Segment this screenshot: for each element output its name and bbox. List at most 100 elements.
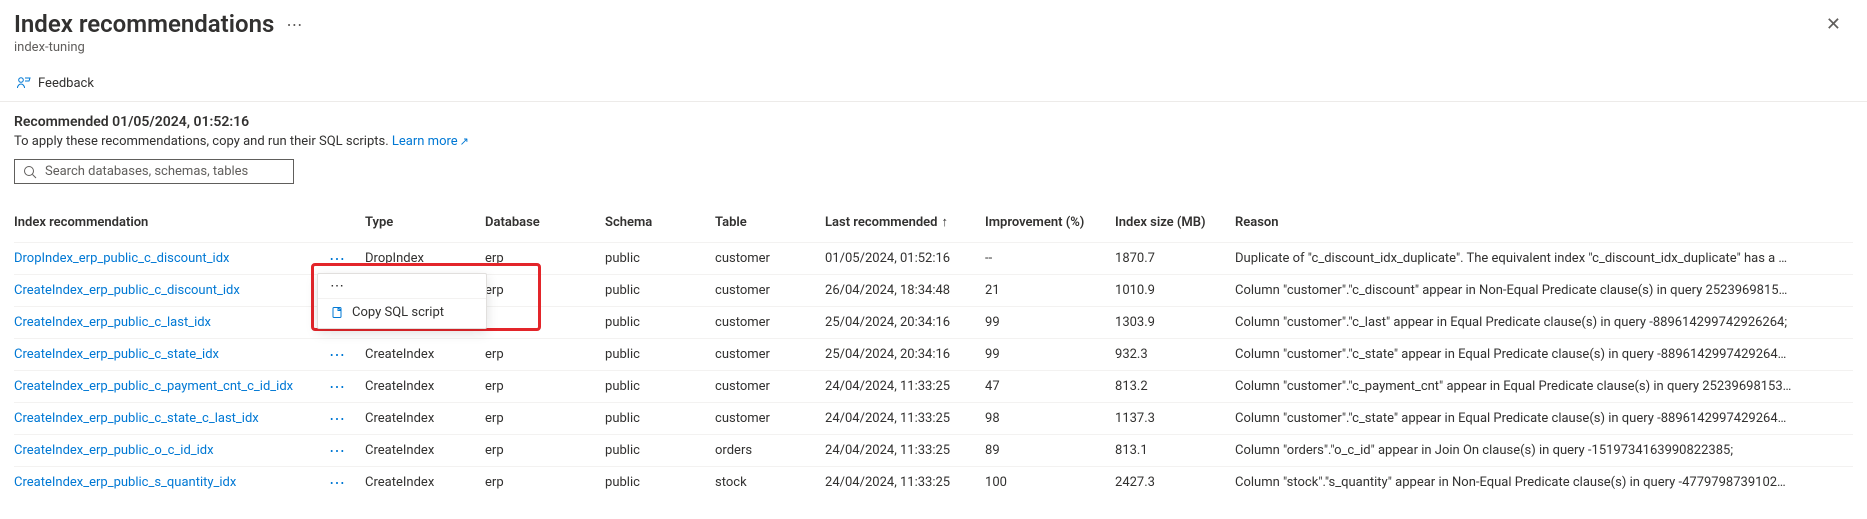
copy-sql-label: Copy SQL script bbox=[352, 305, 444, 320]
recommendation-name-link[interactable]: DropIndex_erp_public_c_discount_idx bbox=[14, 251, 230, 266]
cell-database: erp bbox=[485, 275, 605, 307]
search-box[interactable] bbox=[14, 159, 294, 184]
row-more-icon[interactable]: ⋯ bbox=[329, 345, 349, 364]
table-header-row: Index recommendation Type Database Schem… bbox=[14, 206, 1853, 243]
recommendation-name-link[interactable]: CreateIndex_erp_public_c_state_idx bbox=[14, 347, 219, 362]
feedback-label: Feedback bbox=[38, 76, 94, 91]
copy-script-icon bbox=[330, 306, 344, 320]
title-more-icon[interactable]: ⋯ bbox=[282, 15, 306, 34]
row-more-icon[interactable]: ⋯ bbox=[329, 409, 349, 428]
page-header: Index recommendations ⋯ index-tuning ✕ bbox=[0, 0, 1867, 59]
cell-reason: Column "customer"."c_discount" appear in… bbox=[1235, 275, 1853, 307]
feedback-button[interactable]: Feedback bbox=[16, 75, 94, 91]
col-header-reason[interactable]: Reason bbox=[1235, 206, 1853, 243]
table-row: CreateIndex_erp_public_c_state_idx ⋯ Creat… bbox=[14, 339, 1853, 371]
cell-last: 01/05/2024, 01:52:16 bbox=[825, 243, 985, 275]
cell-reason: Column "orders"."o_c_id" appear in Join … bbox=[1235, 435, 1853, 467]
cell-table: customer bbox=[715, 339, 825, 371]
cell-size: 1870.7 bbox=[1115, 243, 1235, 275]
cell-improvement: 47 bbox=[985, 371, 1115, 403]
cell-reason: Column "customer"."c_last" appear in Equ… bbox=[1235, 307, 1853, 339]
col-header-type[interactable]: Type bbox=[365, 206, 485, 243]
cell-table: customer bbox=[715, 307, 825, 339]
cell-improvement: 100 bbox=[985, 467, 1115, 499]
col-header-database[interactable]: Database bbox=[485, 206, 605, 243]
cell-last: 24/04/2024, 11:33:25 bbox=[825, 403, 985, 435]
recommendation-name-link[interactable]: CreateIndex_erp_public_c_payment_cnt_c_i… bbox=[14, 379, 293, 394]
col-header-schema[interactable]: Schema bbox=[605, 206, 715, 243]
cell-improvement: 21 bbox=[985, 275, 1115, 307]
row-more-icon[interactable]: ⋯ bbox=[329, 473, 349, 492]
context-menu-more-icon[interactable]: ⋯ bbox=[318, 276, 486, 299]
cell-database: erp bbox=[485, 371, 605, 403]
table-row: DropIndex_erp_public_c_discount_idx ⋯ Drop… bbox=[14, 243, 1853, 275]
col-header-size[interactable]: Index size (MB) bbox=[1115, 206, 1235, 243]
table-row: CreateIndex_erp_public_o_c_id_idx ⋯ Create… bbox=[14, 435, 1853, 467]
cell-size: 813.2 bbox=[1115, 371, 1235, 403]
cell-table: stock bbox=[715, 467, 825, 499]
col-header-improvement[interactable]: Improvement (%) bbox=[985, 206, 1115, 243]
row-more-icon[interactable]: ⋯ bbox=[329, 249, 349, 268]
cell-type: CreateIndex bbox=[365, 435, 485, 467]
external-link-icon: ↗ bbox=[460, 135, 469, 148]
recommendation-name-link[interactable]: CreateIndex_erp_public_o_c_id_idx bbox=[14, 443, 214, 458]
cell-last: 24/04/2024, 11:33:25 bbox=[825, 435, 985, 467]
row-context-menu: ⋯ Copy SQL script bbox=[317, 273, 487, 329]
cell-size: 2427.3 bbox=[1115, 467, 1235, 499]
col-header-name[interactable]: Index recommendation bbox=[14, 206, 365, 243]
cell-table: customer bbox=[715, 275, 825, 307]
cell-schema: public bbox=[605, 243, 715, 275]
cell-size: 1303.9 bbox=[1115, 307, 1235, 339]
learn-more-link[interactable]: Learn more↗ bbox=[392, 134, 469, 149]
close-icon[interactable]: ✕ bbox=[1818, 10, 1849, 39]
table-row: CreateIndex_erp_public_c_state_c_last_id… bbox=[14, 403, 1853, 435]
recommendation-name-link[interactable]: CreateIndex_erp_public_s_quantity_idx bbox=[14, 475, 236, 490]
cell-schema: public bbox=[605, 435, 715, 467]
cell-database: erp bbox=[485, 435, 605, 467]
cell-reason: Duplicate of "c_discount_idx_duplicate".… bbox=[1235, 243, 1853, 275]
cell-type: CreateIndex bbox=[365, 467, 485, 499]
col-header-table[interactable]: Table bbox=[715, 206, 825, 243]
cell-schema: public bbox=[605, 467, 715, 499]
copy-sql-script-button[interactable]: Copy SQL script bbox=[318, 299, 486, 326]
cell-table: customer bbox=[715, 371, 825, 403]
col-header-last[interactable]: Last recommended↑ bbox=[825, 206, 985, 243]
cell-last: 25/04/2024, 20:34:16 bbox=[825, 307, 985, 339]
table-row: CreateIndex_erp_public_s_quantity_idx ⋯ Cr… bbox=[14, 467, 1853, 499]
search-input[interactable] bbox=[45, 164, 285, 179]
page-title: Index recommendations bbox=[14, 10, 274, 38]
sort-asc-icon: ↑ bbox=[941, 215, 948, 230]
cell-schema: public bbox=[605, 403, 715, 435]
content: Recommended 01/05/2024, 01:52:16 To appl… bbox=[0, 114, 1867, 518]
table-row: CreateIndex_erp_public_c_last_idx⋯public… bbox=[14, 307, 1853, 339]
toolbar: Feedback bbox=[0, 65, 1867, 102]
feedback-icon bbox=[16, 75, 32, 91]
cell-reason: Column "customer"."c_state" appear in Eq… bbox=[1235, 403, 1853, 435]
cell-type: CreateIndex bbox=[365, 371, 485, 403]
cell-size: 1137.3 bbox=[1115, 403, 1235, 435]
cell-type: CreateIndex bbox=[365, 339, 485, 371]
cell-last: 25/04/2024, 20:34:16 bbox=[825, 339, 985, 371]
recommendation-name-link[interactable]: CreateIndex_erp_public_c_state_c_last_id… bbox=[14, 411, 259, 426]
cell-improvement: -- bbox=[985, 243, 1115, 275]
recommendation-name-link[interactable]: CreateIndex_erp_public_c_discount_idx bbox=[14, 283, 240, 298]
recommended-heading: Recommended 01/05/2024, 01:52:16 bbox=[14, 114, 1853, 130]
cell-last: 24/04/2024, 11:33:25 bbox=[825, 371, 985, 403]
header-left: Index recommendations ⋯ index-tuning bbox=[14, 10, 306, 55]
table-row: CreateIndex_erp_public_c_discount_idx⋯⋯C… bbox=[14, 275, 1853, 307]
cell-schema: public bbox=[605, 307, 715, 339]
cell-table: orders bbox=[715, 435, 825, 467]
row-more-icon[interactable]: ⋯ bbox=[329, 441, 349, 460]
table-row: CreateIndex_erp_public_c_payment_cnt_c_i… bbox=[14, 371, 1853, 403]
cell-type: DropIndex bbox=[365, 243, 485, 275]
cell-database: erp bbox=[485, 467, 605, 499]
search-icon bbox=[23, 165, 37, 179]
row-more-icon[interactable]: ⋯ bbox=[329, 377, 349, 396]
cell-size: 1010.9 bbox=[1115, 275, 1235, 307]
cell-reason: Column "stock"."s_quantity" appear in No… bbox=[1235, 467, 1853, 499]
cell-table: customer bbox=[715, 243, 825, 275]
recommendation-name-link[interactable]: CreateIndex_erp_public_c_last_idx bbox=[14, 315, 211, 330]
cell-size: 813.1 bbox=[1115, 435, 1235, 467]
page-subtitle: index-tuning bbox=[14, 40, 306, 55]
cell-database: erp bbox=[485, 339, 605, 371]
